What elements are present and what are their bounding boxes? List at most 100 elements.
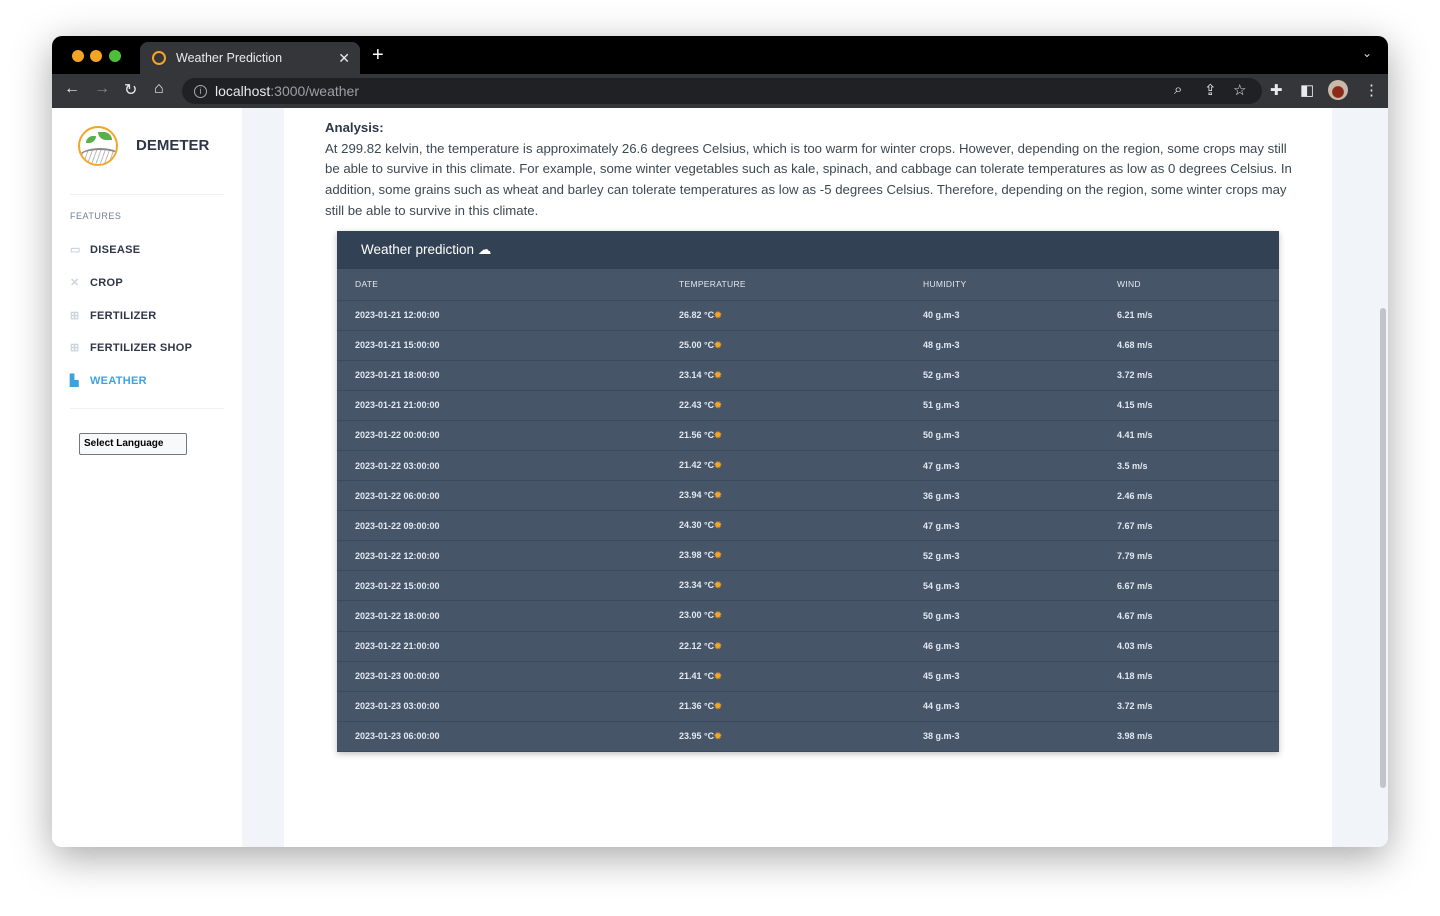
forward-icon[interactable]: → (94, 80, 110, 98)
cell-value: 21.56 °C (679, 429, 715, 440)
cell-value: 21.42 °C (679, 460, 715, 471)
home-icon[interactable]: ⌂ (154, 80, 164, 98)
sidebar-item-crop[interactable]: ✕ CROP (70, 277, 123, 289)
sidebar-item-fertilizer-shop[interactable]: ⊞ FERTILIZER SHOP (70, 342, 192, 354)
star-icon[interactable]: ☆ (1233, 81, 1246, 99)
cell-value: 7.67 m/s (1117, 520, 1153, 531)
cell-temperature: 21.36 °C✹ (679, 691, 923, 722)
menu-icon[interactable]: ⋮ (1364, 81, 1379, 99)
cell-value: 40 g.m-3 (923, 310, 960, 321)
cell-value: 44 g.m-3 (923, 701, 960, 712)
url-host: localhost (215, 83, 271, 99)
close-tab-icon[interactable]: ✕ (338, 50, 350, 67)
cell-value: 2.46 m/s (1117, 490, 1153, 501)
sun-icon: ✹ (714, 339, 722, 350)
share-icon[interactable]: ⇪ (1204, 81, 1217, 99)
url-path: :3000/weather (270, 83, 359, 99)
cell-value: 3.72 m/s (1117, 701, 1153, 712)
cell-value: 48 g.m-3 (923, 340, 960, 351)
cell-date: 2023-01-23 03:00:00 (337, 691, 679, 722)
nav-label: FERTILIZER SHOP (90, 342, 193, 354)
cell-wind: 3.98 m/s (1117, 721, 1279, 752)
sun-icon: ✹ (714, 700, 722, 711)
language-select[interactable]: Select Language (79, 433, 187, 455)
scrollbar[interactable] (1380, 308, 1386, 788)
cell-wind: 2.46 m/s (1117, 480, 1279, 512)
cell-value: 50 g.m-3 (923, 430, 960, 441)
cell-value: 2023-01-21 15:00:00 (355, 340, 440, 351)
zoom-icon[interactable]: ⌕ (1174, 81, 1182, 98)
extensions-icon[interactable]: ✚ (1270, 81, 1283, 99)
cell-value: 23.95 °C (679, 730, 715, 741)
analysis-heading: Analysis: (325, 120, 384, 135)
cell-value: 3.72 m/s (1117, 370, 1153, 381)
sun-icon: ✹ (714, 309, 722, 320)
back-icon[interactable]: ← (64, 80, 80, 98)
cell-humidity: 36 g.m-3 (923, 480, 1117, 512)
profile-avatar[interactable] (1328, 80, 1348, 100)
sidebar-item-disease[interactable]: ▭ DISEASE (70, 244, 140, 256)
cell-date: 2023-01-22 15:00:00 (337, 570, 679, 602)
sun-icon: ✹ (714, 490, 722, 501)
table-row: 2023-01-22 03:00:00 21.42 °C✹ 47 g.m-3 3.5 … (337, 450, 1279, 482)
maximize-window-button[interactable] (109, 50, 121, 62)
cell-value: 36 g.m-3 (923, 490, 960, 501)
minimize-window-button[interactable] (90, 50, 102, 62)
table-row: 2023-01-23 03:00:00 21.36 °C✹ 44 g.m-3 3.72… (337, 691, 1279, 722)
sun-icon: ✹ (714, 670, 722, 681)
tab-search-chevron-icon[interactable]: ⌄ (1362, 46, 1372, 60)
address-bar[interactable]: i localhost:3000/weather (182, 78, 1262, 104)
cell-humidity: 50 g.m-3 (923, 420, 1117, 451)
side-panel-icon[interactable]: ◧ (1300, 81, 1314, 99)
cell-date: 2023-01-21 21:00:00 (337, 390, 679, 421)
table-row: 2023-01-22 06:00:00 23.94 °C✹ 36 g.m-3 2.46… (337, 480, 1279, 512)
browser-toolbar: ← → ↻ ⌂ i localhost:3000/weather ⌕ ⇪ ☆ ✚… (52, 74, 1388, 108)
cell-date: 2023-01-22 21:00:00 (337, 631, 679, 662)
close-window-button[interactable] (72, 50, 84, 62)
cell-value: 3.5 m/s (1117, 460, 1148, 471)
cell-wind: 7.79 m/s (1117, 540, 1279, 572)
sun-icon: ✹ (714, 369, 722, 380)
cell-date: 2023-01-21 15:00:00 (337, 330, 679, 361)
sidebar-item-fertilizer[interactable]: ⊞ FERTILIZER (70, 310, 157, 322)
table-row: 2023-01-23 00:00:00 21.41 °C✹ 45 g.m-3 4.18… (337, 661, 1279, 692)
cell-temperature: 23.00 °C✹ (679, 600, 923, 632)
tab-title: Weather Prediction (176, 51, 283, 65)
cell-value: 52 g.m-3 (923, 370, 960, 381)
column-header-temperature: TEMPERATURE (679, 269, 923, 301)
cell-humidity: 50 g.m-3 (923, 600, 1117, 632)
cell-temperature: 23.14 °C✹ (679, 360, 923, 391)
main-panel: Analysis: At 299.82 kelvin, the temperat… (284, 108, 1332, 847)
reload-icon[interactable]: ↻ (124, 80, 137, 100)
cell-date: 2023-01-22 12:00:00 (337, 540, 679, 572)
cloud-icon: ☁ (477, 242, 492, 257)
browser-tab[interactable]: Weather Prediction ✕ (140, 42, 360, 74)
table-row: 2023-01-22 18:00:00 23.00 °C✹ 50 g.m-3 4.67… (337, 600, 1279, 632)
cell-value: 2023-01-23 00:00:00 (355, 671, 440, 682)
info-icon[interactable]: i (194, 84, 207, 98)
sun-icon: ✹ (714, 399, 722, 410)
sun-icon: ✹ (714, 550, 722, 561)
cell-value: 22.43 °C (679, 399, 715, 410)
cell-value: 2023-01-23 03:00:00 (355, 701, 440, 712)
cell-value: 23.00 °C (679, 610, 715, 621)
nav-label: CROP (90, 277, 123, 289)
nav-label: WEATHER (90, 375, 147, 387)
brand-name[interactable]: DEMETER (136, 137, 209, 154)
cell-value: 2023-01-21 21:00:00 (355, 400, 440, 411)
new-tab-icon[interactable]: + (372, 44, 384, 67)
cell-value: 4.67 m/s (1117, 610, 1153, 621)
sidebar: DEMETER FEATURES ▭ DISEASE ✕ CROP ⊞ FERTILI… (52, 108, 242, 847)
table-row: 2023-01-22 12:00:00 23.98 °C✹ 52 g.m-3 7.79… (337, 540, 1279, 572)
cell-value: 6.21 m/s (1117, 310, 1153, 321)
table-row: 2023-01-22 09:00:00 24.30 °C✹ 47 g.m-3 7.67… (337, 510, 1279, 542)
card-header: Weather prediction ☁ (337, 231, 1279, 269)
demeter-logo[interactable] (78, 126, 118, 166)
cell-value: 38 g.m-3 (923, 731, 960, 742)
cell-humidity: 54 g.m-3 (923, 570, 1117, 602)
cell-humidity: 47 g.m-3 (923, 510, 1117, 542)
sidebar-item-weather[interactable]: ▙ WEATHER (70, 375, 147, 387)
page-content: DEMETER FEATURES ▭ DISEASE ✕ CROP ⊞ FERTILI… (52, 108, 1388, 847)
cell-humidity: 48 g.m-3 (923, 330, 1117, 361)
cell-value: 54 g.m-3 (923, 580, 960, 591)
